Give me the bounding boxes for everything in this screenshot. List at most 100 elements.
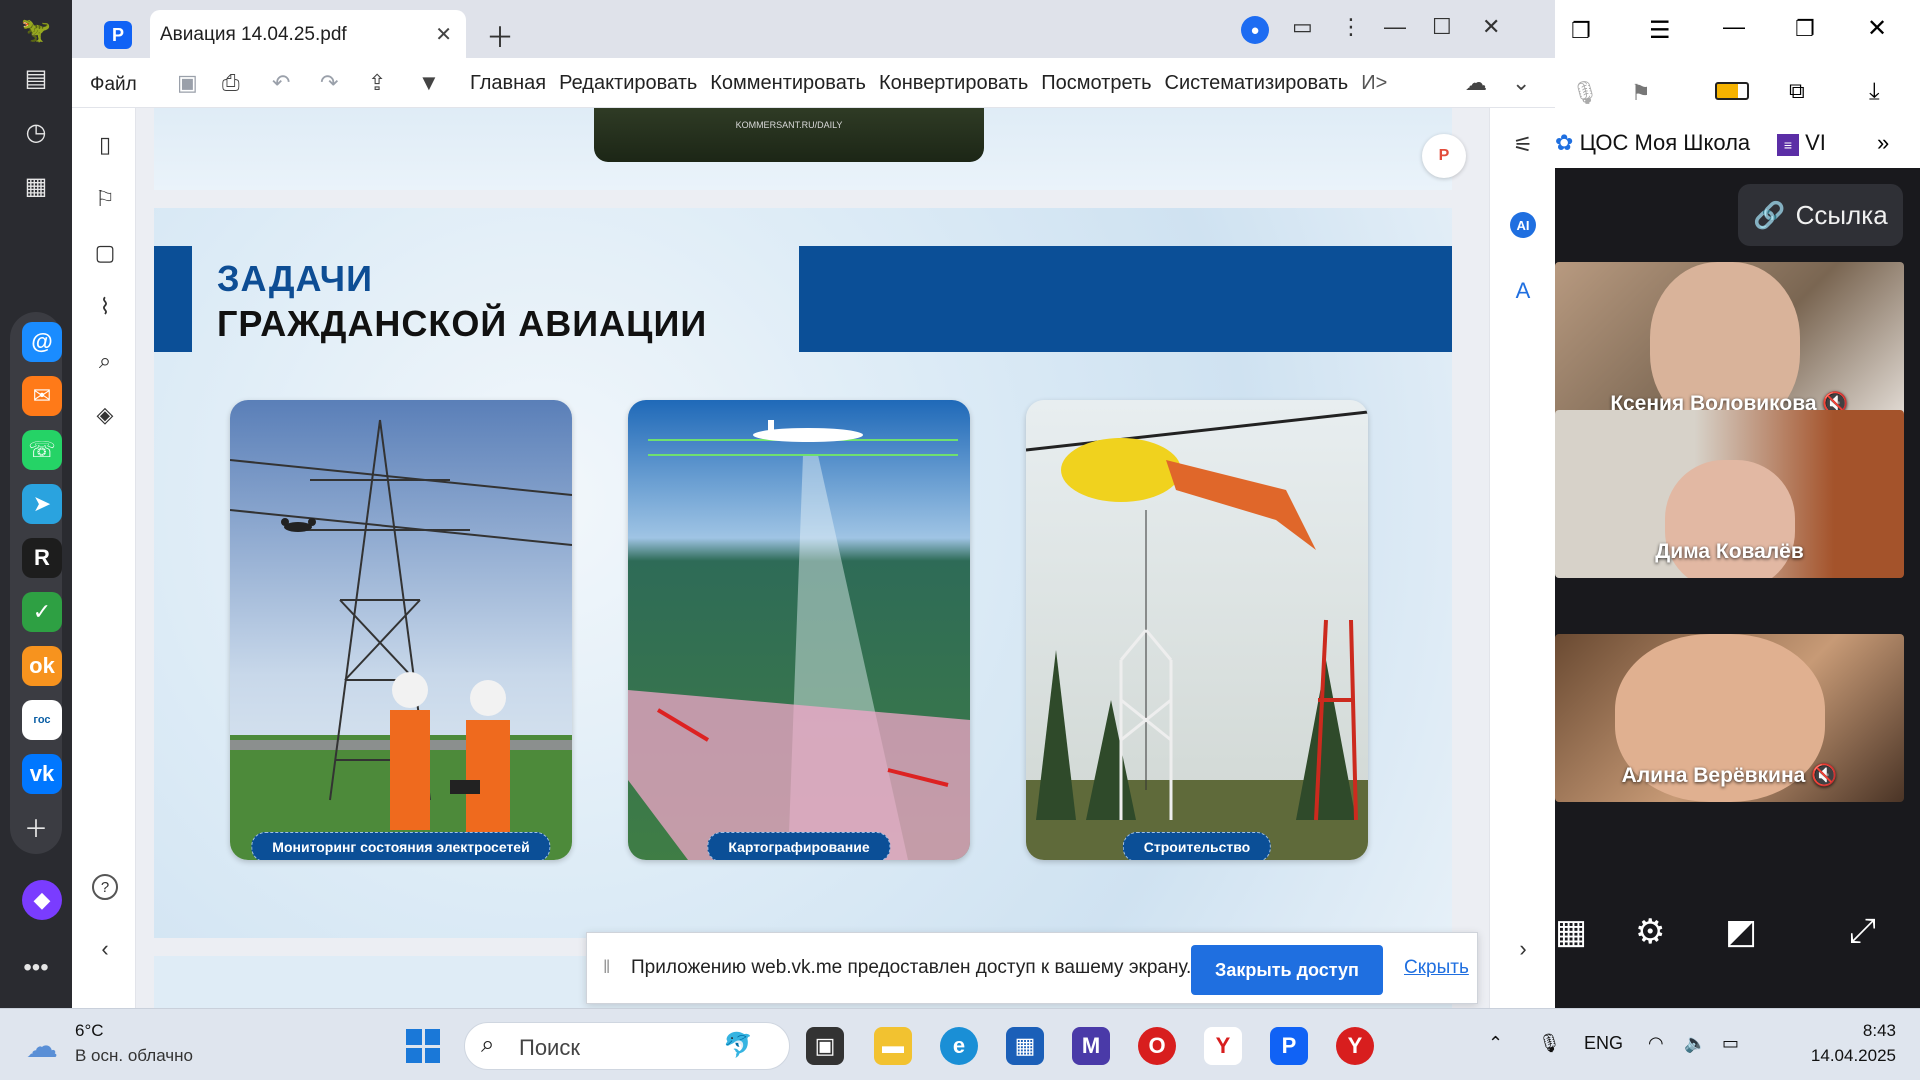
bookmark-icon[interactable]: ⚑ — [1631, 80, 1651, 106]
mail-at-icon[interactable]: @ — [22, 322, 62, 362]
yandex-app-icon[interactable]: Y — [1336, 1027, 1374, 1065]
document-tab[interactable]: Авиация 14.04.25.pdf ✕ — [150, 10, 466, 58]
clock-date[interactable]: 14.04.2025 — [1800, 1046, 1896, 1066]
quick-tools-dropdown-icon[interactable]: ▼ — [418, 70, 440, 96]
participant-tile[interactable]: Дима Ковалёв — [1555, 410, 1904, 578]
redo-icon[interactable]: ↷ — [320, 70, 338, 96]
bookmark-vi[interactable]: ≡ VI — [1777, 130, 1826, 156]
fullscreen-icon[interactable]: ⤢ — [1849, 912, 1876, 951]
input-language[interactable]: ENG — [1584, 1033, 1623, 1054]
gosuslugi-icon[interactable]: гос — [22, 700, 62, 740]
stop-sharing-button[interactable]: Закрыть доступ — [1191, 945, 1383, 995]
menu-view[interactable]: Посмотреть — [1041, 72, 1151, 95]
edge-browser-icon[interactable]: e — [940, 1027, 978, 1065]
weather-description[interactable]: В осн. облачно — [75, 1046, 193, 1066]
attachments-icon[interactable]: ⌇ — [92, 294, 118, 320]
opera-browser-icon[interactable]: O — [1138, 1027, 1176, 1065]
participant-tile[interactable]: Ксения Воловикова 🔇 — [1555, 262, 1904, 430]
more-dots-icon[interactable]: ••• — [16, 948, 56, 988]
microphone-icon[interactable]: 🎙 — [1571, 80, 1599, 106]
settings-gear-icon[interactable]: ⚙ — [1635, 912, 1665, 952]
tray-microphone-icon[interactable]: 🎙 — [1538, 1033, 1561, 1054]
translate-icon[interactable]: A — [1510, 278, 1536, 304]
vk-icon[interactable]: vk — [22, 754, 62, 794]
save-icon[interactable]: ▣ — [177, 70, 198, 96]
menu-organize[interactable]: Систематизировать — [1165, 72, 1349, 95]
alice-assistant-icon[interactable]: ◆ — [22, 880, 62, 920]
add-app-icon[interactable]: ＋ — [16, 806, 56, 846]
collapse-ribbon-icon[interactable]: ⌄ — [1512, 70, 1530, 96]
task-view-icon[interactable]: ▣ — [806, 1027, 844, 1065]
menu-file[interactable]: Файл — [90, 74, 137, 96]
yandex-browser-icon[interactable]: Y — [1204, 1027, 1242, 1065]
copy-link-button[interactable]: 🔗 Ссылка — [1738, 184, 1903, 246]
feedback-icon[interactable]: ▭ — [1292, 14, 1313, 40]
history-icon[interactable]: ◷ — [16, 112, 56, 152]
weather-temperature[interactable]: 6°C — [75, 1021, 104, 1041]
menu-icon[interactable]: ☰ — [1649, 16, 1671, 45]
dino-logo-icon[interactable]: 🦖 — [16, 10, 56, 50]
menu-home[interactable]: Главная — [470, 72, 546, 95]
picture-in-picture-icon[interactable]: ◩ — [1725, 912, 1757, 952]
page-thumbnails-icon[interactable]: ▯ — [92, 132, 118, 158]
more-bookmarks-icon[interactable]: » — [1877, 130, 1889, 156]
check-app-icon[interactable]: ✓ — [22, 592, 62, 632]
close-icon[interactable]: ✕ — [1867, 14, 1887, 43]
drag-handle-icon[interactable]: ‖ — [603, 957, 610, 978]
comments-icon[interactable]: ▢ — [92, 240, 118, 266]
ai-assistant-icon[interactable]: AI — [1510, 212, 1536, 238]
document-viewport[interactable]: KOMMERSANT.RU/DAILY P ЗАДАЧИ ГРАЖДАНСКОЙ… — [136, 108, 1489, 1008]
collapse-right-icon[interactable]: › — [1510, 936, 1536, 962]
apps-grid-icon[interactable]: ▦ — [16, 166, 56, 206]
grid-view-icon[interactable]: ▦ — [1555, 912, 1587, 952]
mail-envelope-icon[interactable]: ✉ — [22, 376, 62, 416]
close-window-icon[interactable]: ✕ — [1482, 14, 1500, 40]
collections-icon[interactable]: ▤ — [16, 58, 56, 98]
maximize-icon[interactable]: ☐ — [1432, 14, 1452, 40]
download-icon[interactable]: ⤓ — [1869, 78, 1880, 106]
tab-close-icon[interactable]: ✕ — [435, 22, 452, 47]
taskbar-search[interactable]: ⌕ Поиск 🐬 — [464, 1022, 790, 1070]
layers-icon[interactable]: ◈ — [92, 402, 118, 428]
restore-icon[interactable]: ❐ — [1795, 16, 1815, 42]
collapse-left-icon[interactable]: ‹ — [92, 936, 118, 962]
bookmarks-icon[interactable]: ⚐ — [92, 186, 118, 212]
account-icon[interactable]: ● — [1241, 16, 1269, 44]
search-icon[interactable]: ⌕ — [92, 348, 118, 374]
odnoklassniki-icon[interactable]: ok — [22, 646, 62, 686]
more-vertical-icon[interactable]: ⋮ — [1340, 14, 1362, 40]
pdf-editor-taskbar-icon[interactable]: P — [1270, 1027, 1308, 1065]
microsoft-store-icon[interactable]: ▦ — [1006, 1027, 1044, 1065]
print-icon[interactable]: ⎙ — [222, 70, 240, 96]
file-explorer-icon[interactable]: ▬ — [874, 1027, 912, 1065]
menu-edit[interactable]: Редактировать — [559, 72, 697, 95]
share-icon[interactable]: ⇪ — [368, 70, 386, 96]
menu-comment[interactable]: Комментировать — [710, 72, 866, 95]
minimize-icon[interactable]: — — [1723, 14, 1745, 40]
telegram-icon[interactable]: ➤ — [22, 484, 62, 524]
start-button-icon[interactable] — [406, 1029, 440, 1063]
participant-tile[interactable]: Алина Верёвкина 🔇 — [1555, 634, 1904, 802]
undo-icon[interactable]: ↶ — [272, 70, 290, 96]
copy-tab-icon[interactable]: ❐ — [1571, 18, 1591, 44]
menu-convert[interactable]: Конвертировать — [879, 72, 1028, 95]
rutube-icon[interactable]: R — [22, 538, 62, 578]
math-app-icon[interactable]: M — [1072, 1027, 1110, 1065]
cloud-upload-icon[interactable]: ☁ — [1465, 70, 1487, 96]
whatsapp-icon[interactable]: ☏ — [22, 430, 62, 470]
hide-notification-link[interactable]: Скрыть — [1404, 957, 1469, 979]
new-tab-icon[interactable]: ＋ — [486, 16, 514, 56]
weather-cloud-icon[interactable]: ☁ — [26, 1027, 58, 1065]
wifi-icon[interactable]: ◠ — [1648, 1033, 1664, 1054]
convert-badge-icon[interactable]: P — [1422, 134, 1466, 178]
properties-sliders-icon[interactable]: ⚟ — [1510, 132, 1536, 158]
screenshot-icon[interactable]: ⧉ — [1789, 78, 1805, 104]
bookmark-cos[interactable]: ✿ ЦОС Моя Школа — [1555, 130, 1750, 156]
menu-more-chevron[interactable]: И> — [1361, 72, 1387, 95]
help-icon[interactable]: ? — [92, 874, 118, 900]
volume-icon[interactable]: 🔈 — [1684, 1033, 1706, 1054]
clock-time[interactable]: 8:43 — [1836, 1021, 1896, 1041]
battery-tray-icon[interactable]: ▭ — [1722, 1033, 1739, 1054]
minimize-icon[interactable]: — — [1384, 14, 1406, 40]
tray-chevron-up-icon[interactable]: ⌃ — [1488, 1033, 1503, 1054]
